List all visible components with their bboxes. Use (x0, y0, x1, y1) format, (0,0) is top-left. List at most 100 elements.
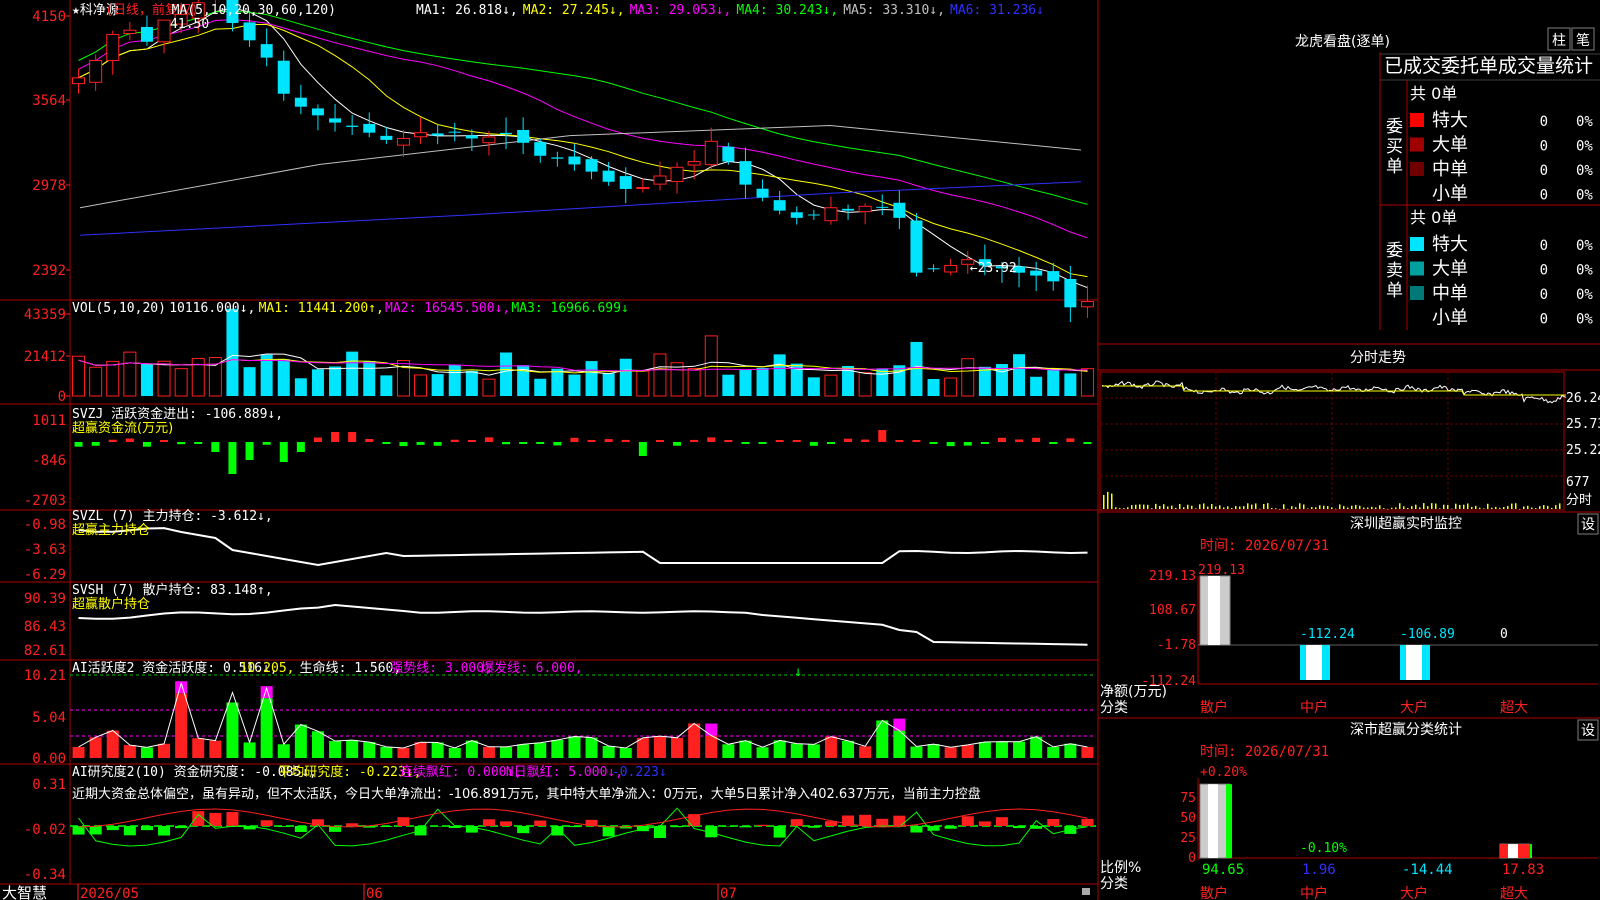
volume-bar-down (226, 308, 239, 396)
candle-body-up (824, 207, 838, 222)
szc-axis-label: 0 (1188, 851, 1196, 866)
szm-bar-shine (1208, 576, 1220, 645)
activity-bar (1047, 746, 1060, 758)
fund-flow-bar (775, 440, 784, 442)
buy-row-swatch (1410, 113, 1424, 127)
buy-row-pct: 0% (1576, 188, 1593, 204)
sell-side-label: 委 (1386, 241, 1403, 261)
buy-row-name: 特大 (1432, 110, 1468, 131)
activity-bar (517, 744, 530, 758)
activity-bar (944, 747, 957, 758)
fenshi-volume-bar (1243, 506, 1245, 509)
szm-category: 散户 (1200, 699, 1228, 716)
volume-bar-down (1064, 373, 1077, 396)
svzl-subtitle: 超赢主力持仓 (72, 522, 150, 538)
fenshi-volume-bar (1151, 508, 1153, 509)
volume-bar-down (534, 378, 547, 396)
fenshi-volume-bar (1463, 504, 1465, 509)
fenshi-volume-bar (1391, 507, 1393, 509)
fenshi-volume-bar (1383, 508, 1385, 509)
volume-bar-down (722, 374, 735, 396)
fenshi-axis-label: 677 (1566, 475, 1589, 490)
szc-axis-label: 50 (1180, 811, 1196, 826)
fenshi-volume-bar (1539, 506, 1541, 509)
lhb-tab-label[interactable]: 笔 (1576, 33, 1590, 49)
szm-value-label: 0 (1500, 627, 1508, 642)
szc-category: 超大 (1500, 886, 1528, 900)
candle-body-down (551, 157, 564, 159)
buy-side-label: 单 (1386, 157, 1403, 177)
candle-body-down (739, 161, 752, 185)
candle-body-down (517, 129, 530, 143)
sell-row-swatch (1410, 286, 1424, 300)
fenshi-volume-bar (1435, 503, 1437, 509)
fenshi-volume-bar (1319, 505, 1321, 509)
fenshi-volume-bar (1471, 506, 1473, 509)
fenshi-volume-bar (1495, 506, 1497, 509)
fund-flow-bar (433, 442, 442, 446)
szc-value-label: 17.83 (1502, 862, 1544, 878)
date-label: 2026/05 (80, 886, 139, 900)
fenshi-volume-bar (1167, 506, 1169, 509)
activity-bar (722, 744, 735, 758)
activity-bar (790, 743, 803, 758)
fund-flow-bar (331, 432, 340, 442)
fund-flow-bar (279, 442, 288, 462)
research-bar (944, 826, 957, 829)
fenshi-volume-bar (1487, 503, 1489, 509)
fenshi-volume-bar (1367, 507, 1369, 509)
fenshi-volume-bar (1255, 503, 1257, 509)
candle-body-down (363, 123, 376, 133)
fund-flow-bar (809, 442, 818, 446)
research-bar (893, 815, 906, 826)
sell-row-pct: 0% (1576, 312, 1593, 328)
candle-body-down (842, 208, 855, 211)
fund-flow-bar (895, 440, 904, 442)
szm-category: 超大 (1500, 700, 1528, 716)
fenshi-volume-bar (1127, 507, 1129, 509)
buy-side-label: 委 (1386, 117, 1403, 137)
research-bar (807, 826, 820, 828)
activity-bar (978, 742, 991, 758)
szm-setting-label[interactable]: 设 (1581, 517, 1595, 533)
fenshi-volume-bar (1327, 506, 1329, 509)
szm-time: 时间: 2026/07/31 (1200, 538, 1329, 554)
volume-bar-down (756, 367, 769, 396)
price-axis-label: 2978 (32, 178, 66, 194)
research-bar (756, 824, 769, 826)
volume-bar-down (329, 366, 342, 396)
candle-body-down (243, 22, 256, 41)
fenshi-volume-bar (1295, 507, 1297, 509)
volume-value: MA1: 11441.200↑, (259, 301, 384, 316)
fund-flow-bar (621, 439, 630, 442)
candle-body-up (687, 161, 701, 166)
volume-bar-down (1013, 354, 1026, 396)
activity-bar (397, 747, 410, 758)
activity-bar (500, 746, 513, 758)
volume-bar-down (739, 369, 752, 396)
szm-category: 中户 (1300, 699, 1328, 716)
candle-body-down (602, 170, 615, 182)
volume-bar-down (568, 374, 581, 396)
activity-bar (619, 747, 632, 758)
candle-body-down (500, 132, 513, 135)
szm-axis-label: 108.67 (1149, 603, 1196, 618)
candle-body-up (396, 137, 410, 146)
szm-unit: 净额(万元) (1100, 684, 1167, 700)
ai1-legend: 10.205, (240, 661, 295, 676)
fund-flow-bar (416, 442, 425, 445)
fund-flow-bar (655, 440, 664, 442)
fund-flow-bar (177, 442, 186, 445)
lhb-tab-label[interactable]: 柱 (1552, 33, 1566, 49)
sell-row-swatch (1410, 310, 1424, 325)
fund-flow-bar (467, 440, 476, 442)
fund-flow-bar (997, 437, 1006, 442)
high-price-marker: 41.50 (170, 17, 209, 32)
research-bar (106, 826, 119, 831)
szc-setting-label[interactable]: 设 (1581, 723, 1595, 739)
volume-value: MA3: 16966.699↓ (511, 301, 628, 316)
buy-row-name: 小单 (1432, 184, 1468, 205)
fund-flow-bar (519, 442, 528, 444)
fenshi-volume-bar (1415, 504, 1417, 509)
fund-flow-bar (348, 432, 357, 442)
